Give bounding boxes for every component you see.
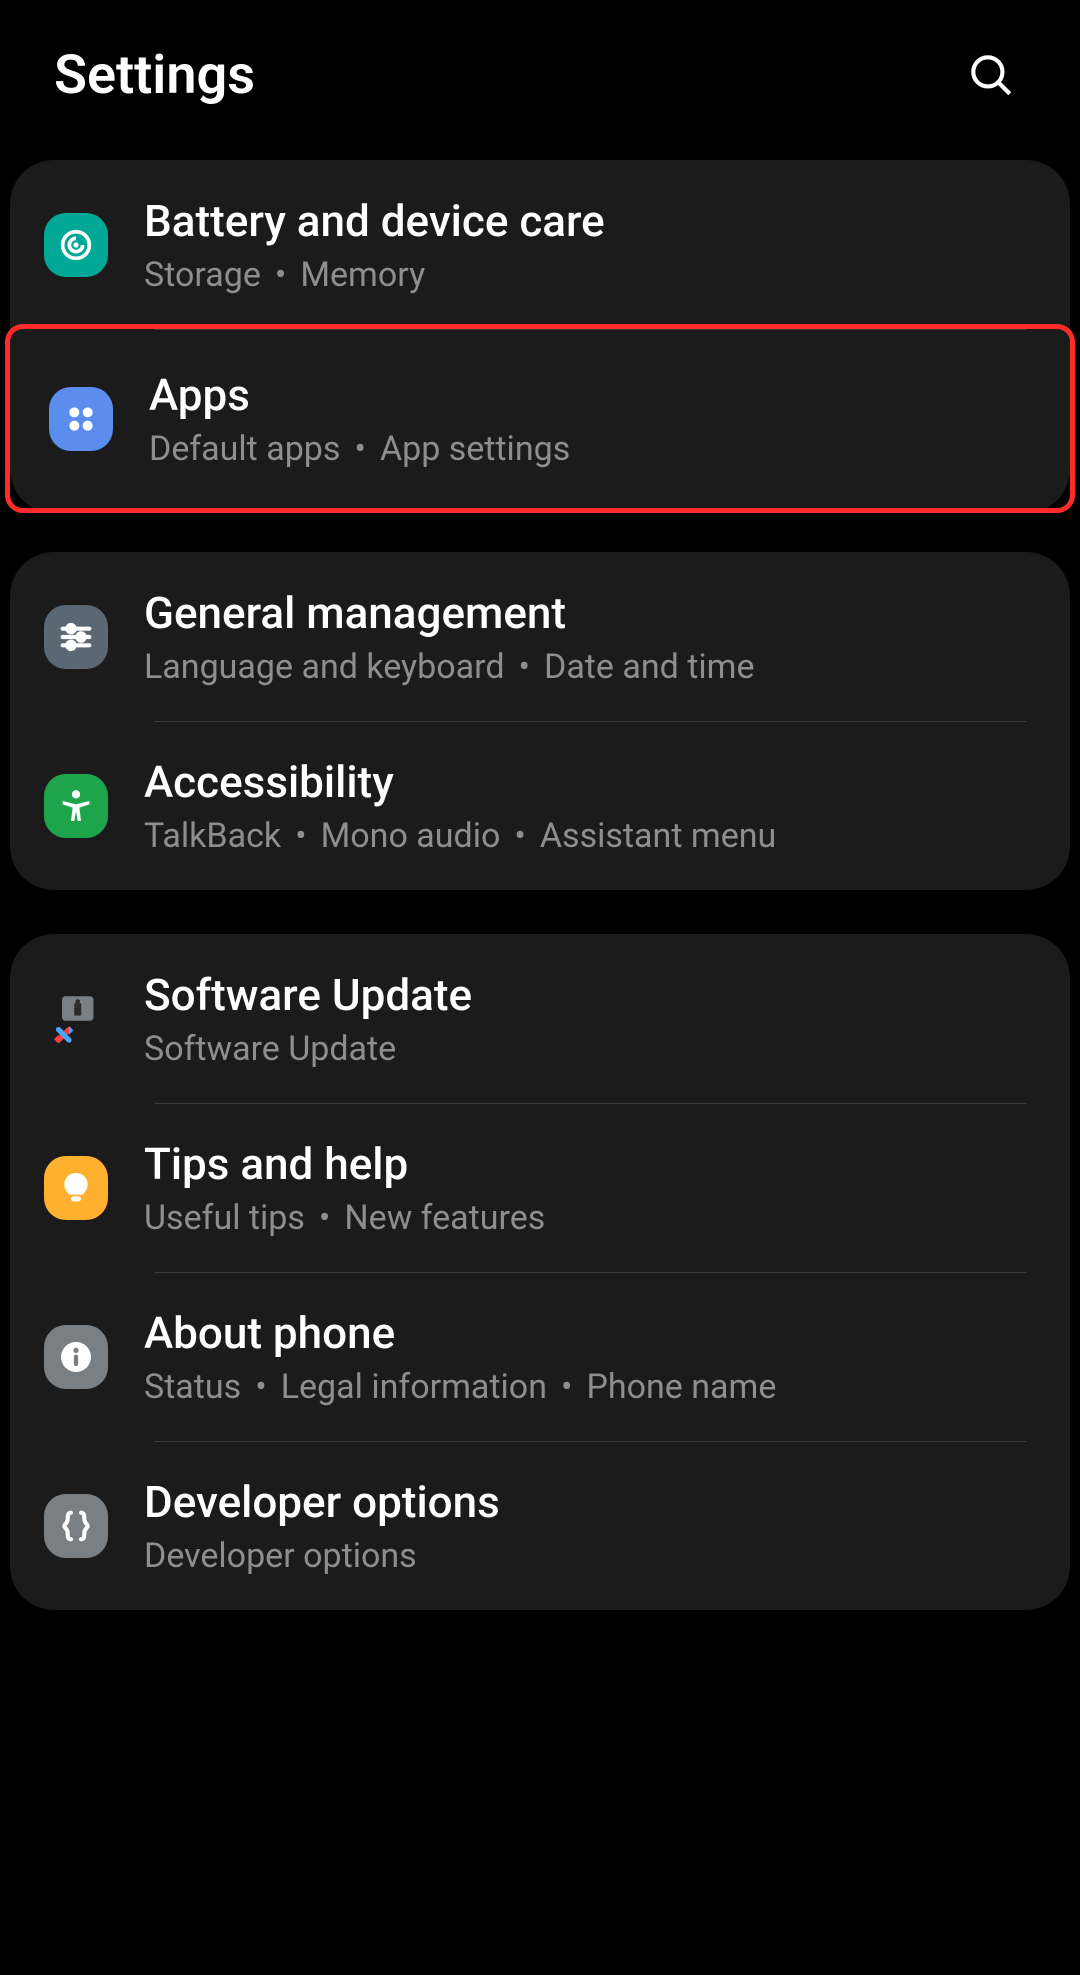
item-title: About phone xyxy=(144,1306,776,1361)
item-subtitle: Storage•Memory xyxy=(144,255,605,295)
sliders-icon xyxy=(44,605,108,669)
settings-item-general[interactable]: General management Language and keyboard… xyxy=(10,552,1070,721)
apps-icon xyxy=(49,387,113,451)
header: Settings xyxy=(0,0,1080,160)
settings-item-developer[interactable]: Developer options Developer options xyxy=(10,1441,1070,1610)
item-subtitle: Language and keyboard•Date and time xyxy=(144,647,755,687)
device-care-icon xyxy=(44,213,108,277)
search-icon xyxy=(966,50,1016,100)
item-text: Apps Default apps•App settings xyxy=(149,368,570,469)
item-text: Accessibility TalkBack•Mono audio•Assist… xyxy=(144,755,776,856)
settings-screen: Settings Battery and device care xyxy=(0,0,1080,1975)
settings-item-tips[interactable]: Tips and help Useful tips•New features xyxy=(10,1103,1070,1272)
page-title: Settings xyxy=(54,44,255,107)
settings-item-apps[interactable]: Apps Default apps•App settings xyxy=(5,324,1075,513)
item-subtitle: Default apps•App settings xyxy=(149,429,570,469)
item-subtitle: Developer options xyxy=(144,1536,500,1576)
search-button[interactable] xyxy=(956,40,1026,110)
item-title: Battery and device care xyxy=(144,194,605,249)
update-icon xyxy=(44,987,108,1051)
item-title: Tips and help xyxy=(144,1137,545,1192)
item-text: Software Update Software Update xyxy=(144,968,472,1069)
item-subtitle: Useful tips•New features xyxy=(144,1198,545,1238)
settings-item-about[interactable]: About phone Status•Legal information•Pho… xyxy=(10,1272,1070,1441)
item-subtitle: Software Update xyxy=(144,1029,472,1069)
settings-item-battery[interactable]: Battery and device care Storage•Memory xyxy=(10,160,1070,329)
item-text: Developer options Developer options xyxy=(144,1475,500,1576)
item-title: Software Update xyxy=(144,968,472,1023)
bulb-icon xyxy=(44,1156,108,1220)
item-title: Accessibility xyxy=(144,755,776,810)
item-title: Developer options xyxy=(144,1475,500,1530)
settings-group: Battery and device care Storage•Memory A… xyxy=(10,160,1070,513)
settings-item-accessibility[interactable]: Accessibility TalkBack•Mono audio•Assist… xyxy=(10,721,1070,890)
item-title: General management xyxy=(144,586,755,641)
item-text: General management Language and keyboard… xyxy=(144,586,755,687)
settings-item-software-update[interactable]: Software Update Software Update xyxy=(10,934,1070,1103)
accessibility-icon xyxy=(44,774,108,838)
item-text: Battery and device care Storage•Memory xyxy=(144,194,605,295)
item-text: About phone Status•Legal information•Pho… xyxy=(144,1306,776,1407)
settings-group: General management Language and keyboard… xyxy=(10,552,1070,890)
item-text: Tips and help Useful tips•New features xyxy=(144,1137,545,1238)
item-title: Apps xyxy=(149,368,570,423)
braces-icon xyxy=(44,1494,108,1558)
item-subtitle: TalkBack•Mono audio•Assistant menu xyxy=(144,816,776,856)
info-icon xyxy=(44,1325,108,1389)
settings-group: Software Update Software Update Tips and… xyxy=(10,934,1070,1610)
item-subtitle: Status•Legal information•Phone name xyxy=(144,1367,776,1407)
